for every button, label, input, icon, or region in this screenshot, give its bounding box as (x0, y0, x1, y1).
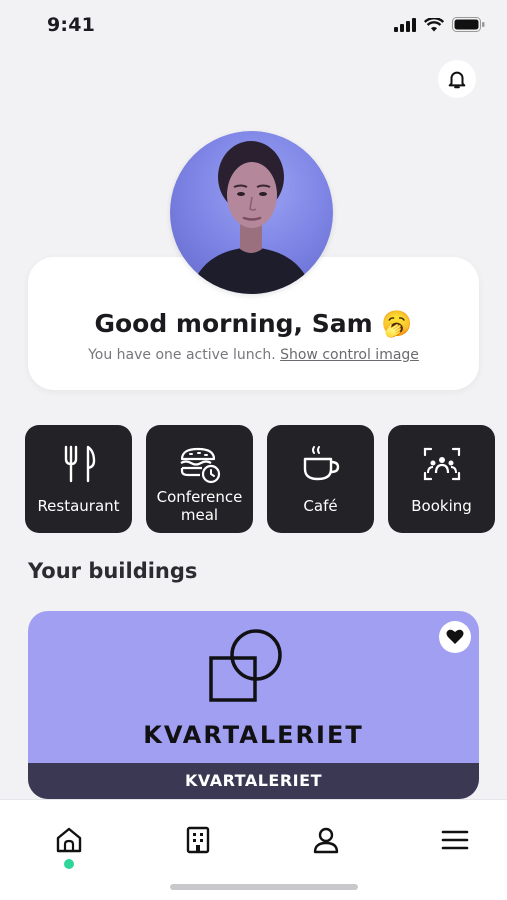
nav-menu[interactable] (435, 820, 475, 860)
building-name: KVARTALERIET (28, 763, 479, 799)
conference-meal-tile[interactable]: Conference meal (146, 425, 253, 533)
signal-icon (394, 17, 416, 32)
home-icon (56, 827, 82, 853)
battery-icon (452, 17, 485, 32)
profile-photo (190, 141, 313, 294)
notifications-button[interactable] (438, 60, 476, 98)
building-card[interactable]: KVARTALERIET KVARTALERIET (28, 611, 479, 799)
avatar[interactable] (170, 131, 333, 294)
coffee-cup-icon (303, 446, 339, 481)
profile-icon (313, 827, 339, 854)
bell-icon (448, 71, 466, 89)
heart-icon (446, 629, 464, 644)
favorite-button[interactable] (439, 621, 471, 653)
tile-label: Booking (411, 497, 472, 515)
home-indicator (170, 884, 358, 890)
tile-label-text: Conference meal (156, 488, 243, 524)
nav-profile[interactable] (306, 820, 346, 860)
tile-label: Café (303, 497, 338, 515)
greeting-subtitle: You have one active lunch. Show control … (28, 347, 479, 363)
menu-icon (441, 830, 469, 850)
status-time: 9:41 (47, 14, 96, 36)
building-wordmark: KVARTALERIET (143, 721, 364, 749)
building-logo (209, 629, 282, 702)
tile-label: Conference meal (146, 488, 253, 524)
show-control-image-link[interactable]: Show control image (280, 347, 419, 363)
section-title: Your buildings (28, 559, 198, 583)
active-indicator (64, 859, 74, 869)
wifi-icon (424, 17, 444, 31)
nav-buildings[interactable] (178, 820, 218, 860)
conference-meal-icon (179, 447, 220, 484)
greeting-text: Good morning, Sam (94, 309, 373, 338)
booking-tile[interactable]: Booking (388, 425, 495, 533)
tile-label: Restaurant (37, 497, 120, 515)
greeting-title: Good morning, Sam 🥱 (28, 309, 479, 339)
cutlery-icon (64, 445, 95, 483)
cafe-tile[interactable]: Café (267, 425, 374, 533)
service-tiles: Restaurant Conference meal Café Booking (25, 425, 495, 533)
building-icon (186, 826, 210, 854)
nav-home[interactable] (49, 820, 89, 860)
status-bar: 9:41 (0, 0, 507, 50)
status-icons (394, 17, 485, 32)
bottom-nav (0, 799, 507, 900)
yawning-face-icon: 🥱 (381, 309, 413, 338)
active-lunch-text: You have one active lunch. (88, 347, 276, 363)
restaurant-tile[interactable]: Restaurant (25, 425, 132, 533)
booking-icon (423, 447, 460, 481)
